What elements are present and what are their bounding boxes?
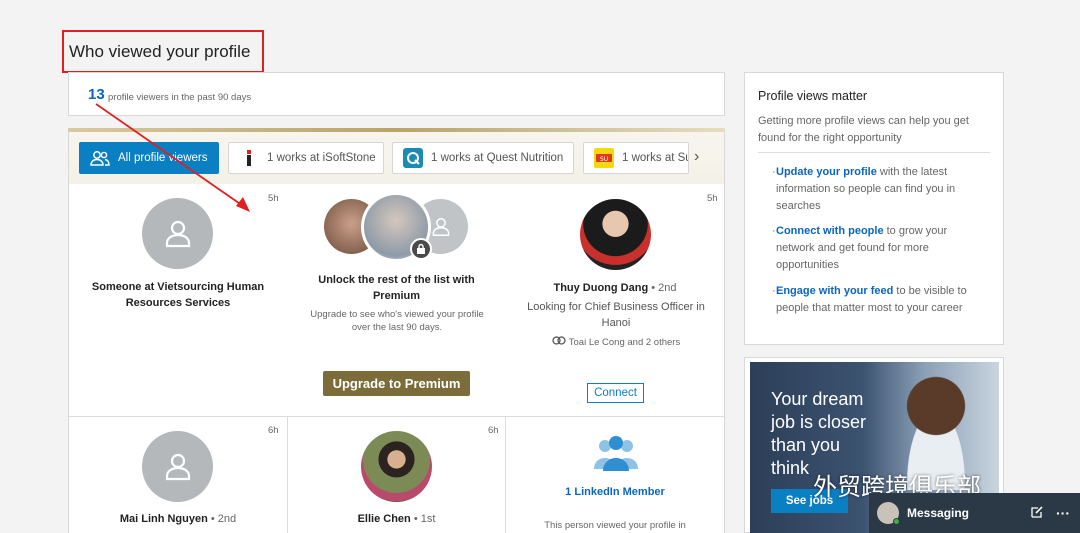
- avatar[interactable]: [142, 431, 213, 502]
- tab-label: 1 works at iSoftStone: [267, 152, 376, 164]
- connection-degree: • 2nd: [210, 513, 237, 525]
- divider: [505, 417, 506, 533]
- viewer-name-line: Ellie Chen • 1st: [310, 513, 483, 525]
- user-placeholder-icon: [165, 220, 190, 247]
- viewer-name[interactable]: Ellie Chen: [358, 513, 411, 525]
- shared-connections-text: Toai Le Cong and 2 others: [568, 336, 681, 348]
- avatar[interactable]: [580, 199, 651, 270]
- tip-link-update-profile[interactable]: Update your profile: [776, 166, 877, 178]
- member-desc: This person viewed your profile in: [544, 520, 686, 531]
- shared-connections-icon: [552, 336, 566, 348]
- connect-button[interactable]: Connect: [587, 383, 644, 403]
- messaging-bar[interactable]: Messaging ···: [869, 493, 1080, 533]
- connection-degree: • 1st: [413, 513, 436, 525]
- premium-desc: Upgrade to see who's viewed your profile…: [310, 309, 484, 333]
- svg-text:SU: SU: [600, 156, 608, 163]
- member-group-icon: [590, 433, 642, 473]
- quest-logo: [403, 148, 423, 168]
- member-link[interactable]: 1 LinkedIn Member: [540, 486, 690, 498]
- tab-quest-nutrition[interactable]: 1 works at Quest Nutrition: [392, 142, 574, 174]
- viewer-headline: Looking for Chief Business Officer in Ha…: [527, 301, 705, 329]
- company-logo: SU: [594, 148, 614, 168]
- tip-link-connect[interactable]: Connect with people: [776, 225, 884, 237]
- viewer-name[interactable]: Someone at Vietsourcing Human Resources …: [84, 279, 272, 311]
- view-time: 5h: [268, 193, 279, 204]
- lock-icon: [410, 238, 432, 260]
- messaging-label: Messaging: [907, 506, 970, 520]
- divider: [69, 416, 724, 417]
- tip-item: · Engage with your feed to be visible to…: [772, 285, 967, 314]
- divider: [287, 417, 288, 533]
- divider: [758, 152, 990, 153]
- chevron-right-icon[interactable]: ›: [694, 148, 699, 166]
- viewer-name-line: Mai Linh Nguyen • 2nd: [90, 513, 266, 525]
- avatar: [877, 502, 900, 525]
- tab-company-su[interactable]: SU 1 works at Su: [583, 142, 689, 174]
- upgrade-premium-button[interactable]: Upgrade to Premium: [323, 371, 470, 396]
- tip-item: · Update your profile with the latest in…: [772, 166, 956, 212]
- view-time: 5h: [707, 193, 718, 204]
- shared-connections[interactable]: Toai Le Cong and 2 others: [540, 336, 692, 348]
- connection-degree: • 2nd: [651, 282, 677, 294]
- sidebar-title: Profile views matter: [758, 89, 868, 103]
- user-placeholder-icon: [165, 453, 190, 480]
- tip-link-engage-feed[interactable]: Engage with your feed: [776, 285, 893, 297]
- tab-label: 1 works at Su: [622, 152, 689, 164]
- view-time: 6h: [268, 425, 279, 436]
- viewer-name[interactable]: Mai Linh Nguyen: [120, 513, 208, 525]
- tip-item: · Connect with people to grow your netwo…: [772, 225, 948, 271]
- more-options-icon[interactable]: ···: [1056, 505, 1070, 521]
- annotation-arrow: [95, 103, 250, 212]
- page-title: Who viewed your profile: [69, 42, 251, 61]
- sidebar-intro: Getting more profile views can help you …: [758, 115, 969, 144]
- tab-label: 1 works at Quest Nutrition: [431, 152, 564, 164]
- viewer-name[interactable]: Thuy Duong Dang: [553, 282, 648, 294]
- viewer-name-line: Thuy Duong Dang • 2nd: [520, 280, 710, 296]
- online-status-dot: [893, 518, 900, 525]
- premium-title: Unlock the rest of the list with Premium: [318, 274, 475, 302]
- avatar[interactable]: [361, 431, 432, 502]
- view-time: 6h: [488, 425, 499, 436]
- compose-icon[interactable]: [1031, 505, 1044, 521]
